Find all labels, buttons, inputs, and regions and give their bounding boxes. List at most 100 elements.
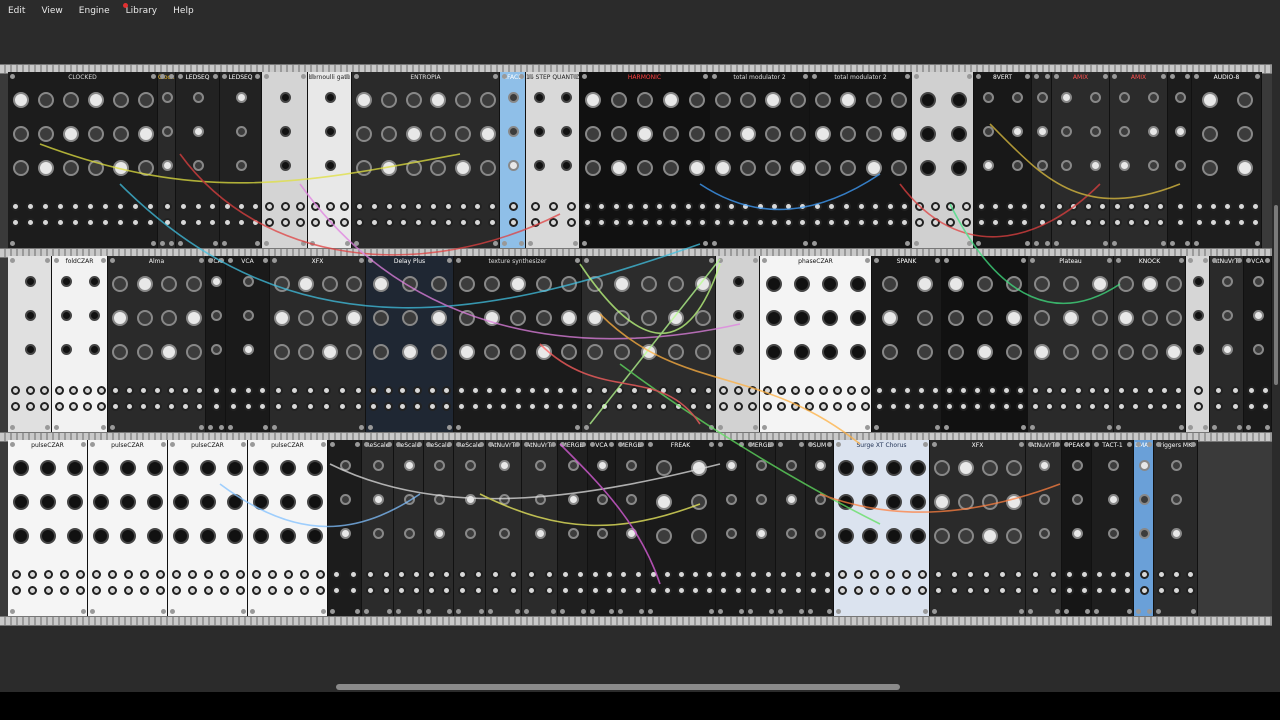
jack[interactable]	[427, 586, 436, 595]
jack[interactable]	[91, 570, 101, 579]
jack[interactable]	[305, 402, 315, 411]
module-panel[interactable]	[716, 256, 760, 432]
module-atnuvrtr[interactable]: AtNuVrTr	[1210, 256, 1244, 432]
jack[interactable]	[353, 402, 363, 411]
jack[interactable]	[499, 402, 509, 411]
knob[interactable]	[587, 276, 604, 292]
knob[interactable]	[794, 276, 810, 292]
module-panel[interactable]	[8, 256, 52, 432]
knob[interactable]	[235, 126, 247, 137]
jack[interactable]	[82, 402, 92, 411]
knob[interactable]	[1063, 276, 1079, 292]
knob[interactable]	[173, 460, 190, 476]
knob[interactable]	[611, 92, 627, 108]
jack[interactable]	[273, 386, 283, 395]
jack[interactable]	[901, 586, 911, 595]
knob[interactable]	[402, 344, 418, 360]
jack[interactable]	[458, 202, 468, 211]
knob[interactable]	[663, 92, 679, 108]
module-surge-xt-chorus[interactable]: Surge XT Chorus	[834, 440, 930, 616]
jack[interactable]	[832, 402, 842, 411]
jack[interactable]	[508, 586, 518, 595]
knob[interactable]	[534, 528, 546, 539]
jack[interactable]	[530, 202, 540, 211]
jack[interactable]	[973, 402, 983, 411]
knob[interactable]	[739, 160, 756, 176]
jack[interactable]	[888, 402, 898, 411]
knob[interactable]	[402, 276, 418, 292]
jack[interactable]	[138, 402, 148, 411]
knob[interactable]	[1148, 160, 1159, 171]
knob[interactable]	[235, 92, 247, 103]
jack[interactable]	[915, 202, 925, 211]
knob[interactable]	[667, 310, 684, 326]
jack[interactable]	[1045, 386, 1054, 395]
knob[interactable]	[1170, 494, 1182, 505]
jack[interactable]	[690, 570, 700, 579]
jack[interactable]	[973, 386, 983, 395]
jack[interactable]	[1208, 202, 1218, 211]
knob[interactable]	[725, 528, 737, 539]
jack[interactable]	[1246, 386, 1256, 395]
knob[interactable]	[433, 528, 445, 539]
knob[interactable]	[339, 494, 351, 505]
jack[interactable]	[769, 218, 779, 227]
knob[interactable]	[1012, 92, 1023, 103]
jack[interactable]	[1069, 202, 1079, 211]
jack[interactable]	[1083, 218, 1093, 227]
jack[interactable]	[885, 202, 895, 211]
module-merge[interactable]: MERGE	[616, 440, 646, 616]
jack[interactable]	[1194, 202, 1204, 211]
knob[interactable]	[637, 92, 653, 108]
jack[interactable]	[981, 586, 991, 595]
knob[interactable]	[785, 494, 797, 505]
module-alma[interactable]: Alma	[108, 256, 206, 432]
jack[interactable]	[41, 202, 50, 211]
knob[interactable]	[1107, 528, 1119, 539]
jack[interactable]	[399, 202, 409, 211]
jack[interactable]	[305, 386, 315, 395]
knob[interactable]	[919, 126, 936, 142]
jack[interactable]	[808, 586, 818, 595]
jack[interactable]	[734, 586, 743, 595]
knob[interactable]	[210, 344, 222, 355]
knob[interactable]	[507, 126, 519, 137]
jack[interactable]	[194, 402, 204, 411]
menu-edit[interactable]: Edit	[8, 6, 25, 16]
knob[interactable]	[567, 528, 579, 539]
jack[interactable]	[1016, 402, 1026, 411]
knob[interactable]	[1090, 126, 1101, 137]
jack[interactable]	[846, 386, 856, 395]
jack[interactable]	[597, 202, 607, 211]
knob[interactable]	[430, 126, 447, 142]
jack[interactable]	[59, 586, 69, 595]
jack[interactable]	[640, 218, 650, 227]
jack[interactable]	[1059, 402, 1069, 411]
knob[interactable]	[226, 528, 243, 544]
knob[interactable]	[822, 344, 838, 360]
module-16-step-quantizer[interactable]: 16 STEP QUANTIZER	[526, 72, 580, 248]
knob[interactable]	[958, 528, 974, 544]
jack[interactable]	[1020, 202, 1030, 211]
jack[interactable]	[123, 586, 133, 595]
jack[interactable]	[332, 586, 341, 595]
knob[interactable]	[1006, 528, 1022, 544]
knob[interactable]	[663, 126, 679, 142]
knob[interactable]	[561, 276, 578, 292]
knob[interactable]	[146, 528, 163, 544]
knob[interactable]	[1166, 310, 1182, 326]
module-ledseq[interactable]: LEDSEQ	[220, 72, 262, 248]
jack[interactable]	[997, 586, 1007, 595]
knob[interactable]	[1119, 92, 1130, 103]
jack[interactable]	[1002, 402, 1011, 411]
knob[interactable]	[298, 276, 314, 292]
jack[interactable]	[704, 586, 714, 595]
jack[interactable]	[162, 218, 172, 227]
jack[interactable]	[110, 402, 120, 411]
menu-library[interactable]: Library	[122, 2, 157, 16]
jack[interactable]	[11, 202, 20, 211]
knob[interactable]	[850, 276, 866, 292]
jack[interactable]	[933, 586, 943, 595]
knob[interactable]	[1118, 276, 1134, 292]
knob[interactable]	[146, 494, 163, 510]
